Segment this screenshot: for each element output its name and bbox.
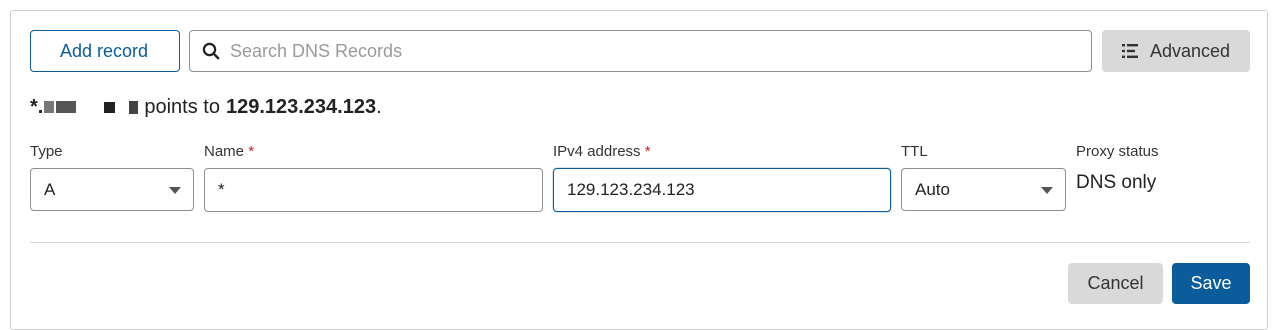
type-label: Type xyxy=(30,143,63,160)
name-field[interactable]: * xyxy=(204,168,543,212)
hint-prefix: *. xyxy=(30,95,44,118)
proxy-status-value: DNS only xyxy=(1076,172,1157,193)
ipv4-address-field[interactable]: 129.123.234.123 xyxy=(553,168,891,212)
advanced-label: Advanced xyxy=(1149,40,1231,61)
add-record-button[interactable]: Add record xyxy=(30,30,180,72)
type-select-value: A xyxy=(44,179,56,199)
type-select[interactable]: A xyxy=(30,168,194,211)
search-icon xyxy=(202,42,220,60)
redacted-domain xyxy=(44,100,139,114)
proxy-status-label: Proxy status xyxy=(1076,143,1159,160)
record-preview-text: *. points to 129.123.234.123 . xyxy=(30,93,382,121)
name-field-value: * xyxy=(218,180,225,199)
search-input[interactable] xyxy=(228,39,1072,63)
required-mark: * xyxy=(644,143,651,160)
search-box[interactable] xyxy=(189,30,1092,72)
divider xyxy=(30,242,1250,243)
ttl-label: TTL xyxy=(901,143,928,160)
ipv4-label: IPv4 address * xyxy=(553,143,651,160)
save-button[interactable]: Save xyxy=(1172,263,1250,304)
chevron-down-icon xyxy=(169,187,181,194)
chevron-down-icon xyxy=(1041,187,1053,194)
advanced-button[interactable]: Advanced xyxy=(1102,30,1250,72)
ttl-select[interactable]: Auto xyxy=(901,168,1066,211)
cancel-button[interactable]: Cancel xyxy=(1068,263,1163,304)
ipv4-field-value: 129.123.234.123 xyxy=(567,180,695,199)
hint-suffix: . xyxy=(376,95,382,118)
hint-middle: points to xyxy=(144,95,220,118)
filter-list-icon xyxy=(1121,44,1138,58)
required-mark: * xyxy=(248,143,255,160)
name-label: Name * xyxy=(204,143,255,160)
hint-target-ip: 129.123.234.123 xyxy=(225,95,377,118)
ttl-select-value: Auto xyxy=(915,179,950,199)
